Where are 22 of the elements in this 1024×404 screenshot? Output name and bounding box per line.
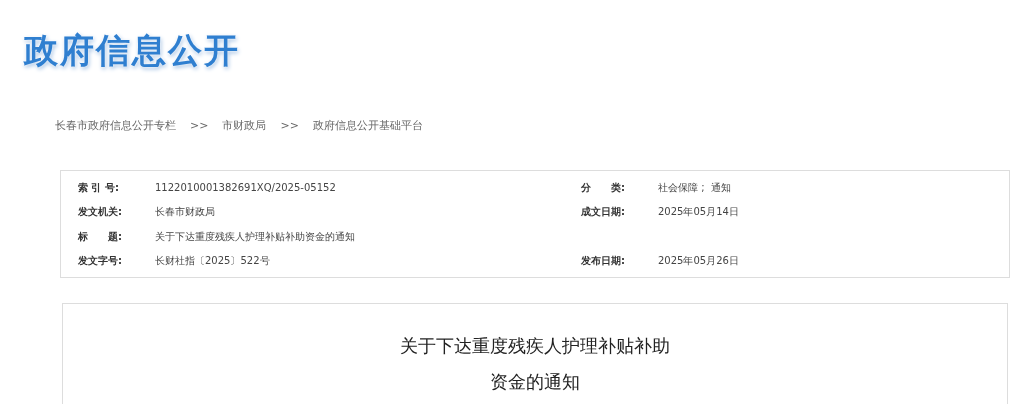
field-label: 成文日期: xyxy=(581,205,626,220)
field-value: 长财社指〔2025〕522号 xyxy=(155,254,271,269)
breadcrumb-separator: >> xyxy=(280,118,299,134)
field-value: 2025年05月14日 xyxy=(658,205,739,220)
field-label: 发文机关: xyxy=(78,205,123,220)
breadcrumb-separator: >> xyxy=(190,118,209,134)
field-value: 1122010001382691XQ/2025-05152 xyxy=(155,180,337,195)
document-title: 关于下达重度残疾人护理补贴补助 xyxy=(400,334,670,358)
field-label: 发文字号: xyxy=(78,254,123,269)
field-value: 长春市财政局 xyxy=(155,205,216,220)
breadcrumb-link[interactable]: 长春市政府信息公开专栏 xyxy=(55,118,176,134)
breadcrumb-link[interactable]: 市财政局 xyxy=(222,118,267,134)
document-title: 资金的通知 xyxy=(490,370,580,394)
field-label: 分 类: xyxy=(581,180,626,195)
field-value: 2025年05月26日 xyxy=(658,254,739,269)
site-logo: 政府信息公开 xyxy=(24,29,240,72)
field-label: 标 题: xyxy=(78,229,123,244)
field-label: 索 引 号: xyxy=(78,180,120,195)
field-label: 发布日期: xyxy=(581,254,626,269)
field-value: 关于下达重度残疾人护理补贴补助资金的通知 xyxy=(155,229,356,244)
breadcrumb-link[interactable]: 政府信息公开基础平台 xyxy=(312,118,423,134)
field-value: 社会保障 ; 通知 xyxy=(658,180,731,195)
